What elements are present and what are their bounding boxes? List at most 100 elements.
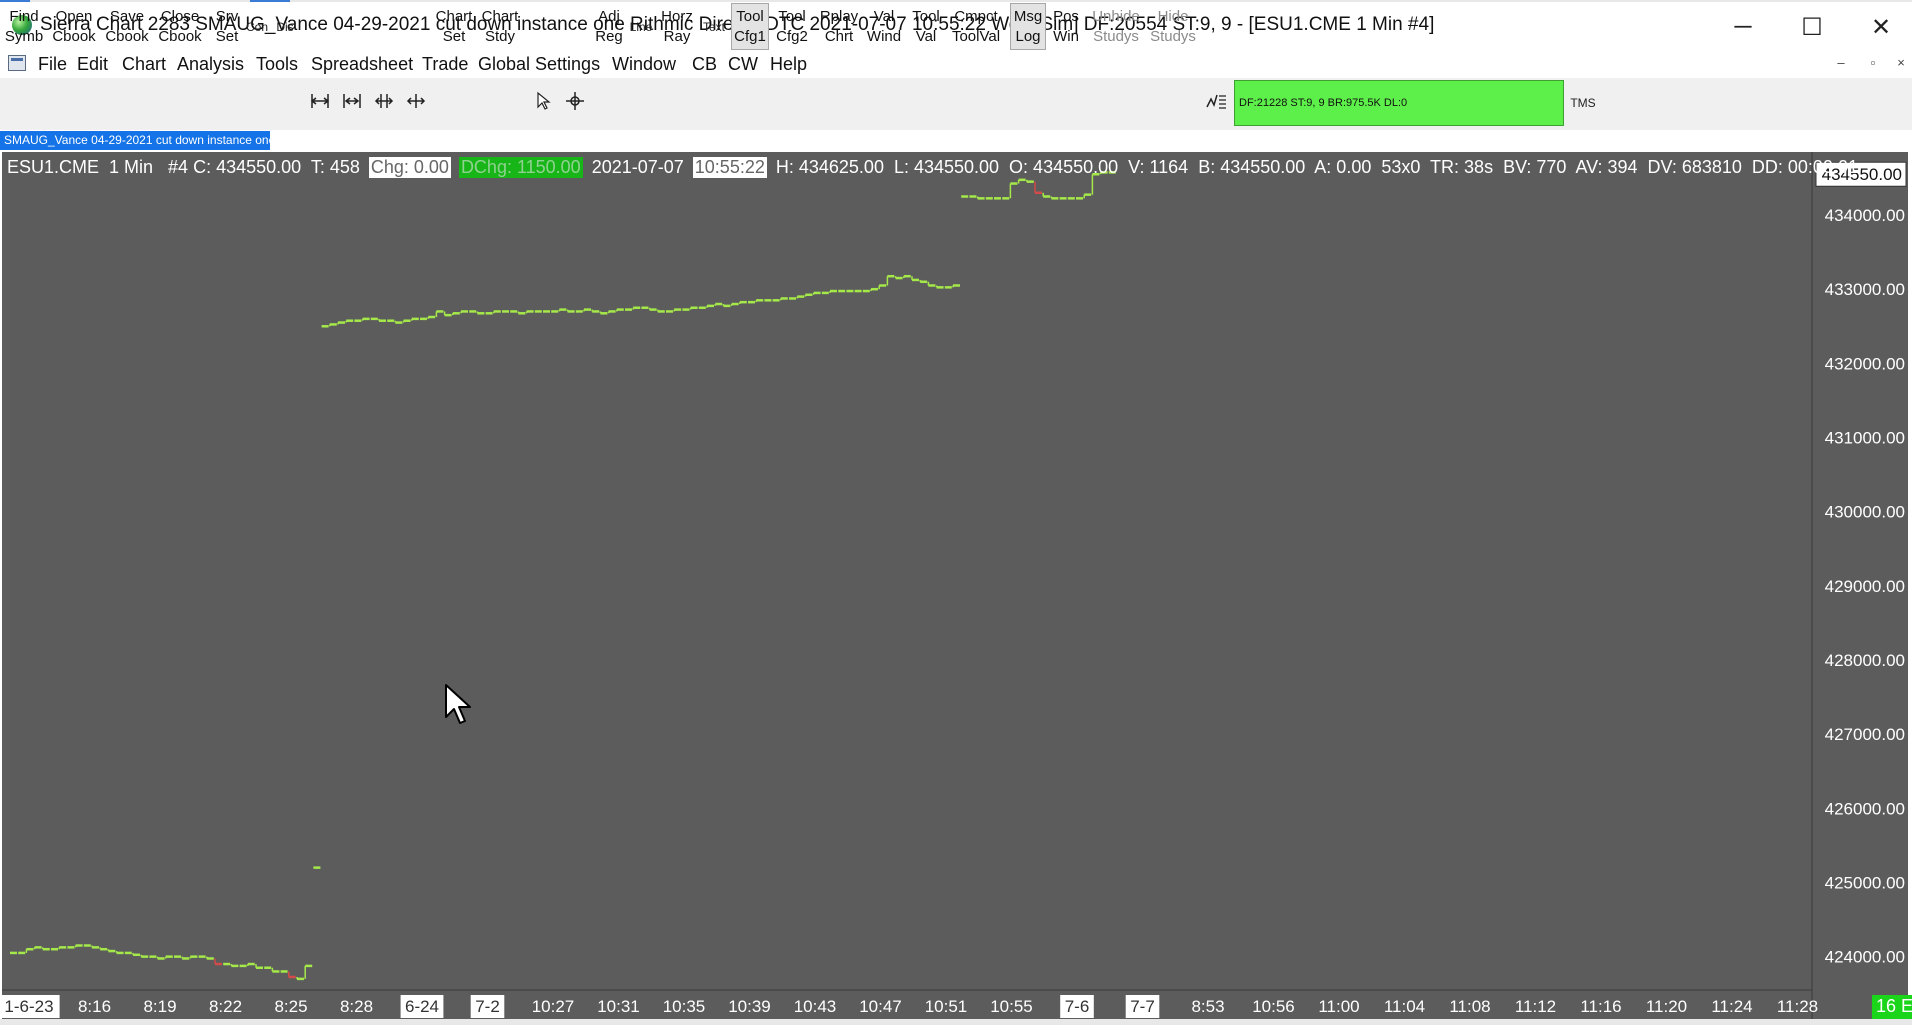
- menu-analysis[interactable]: Analysis: [177, 54, 244, 75]
- chartbook-tab[interactable]: SMAUG_Vance 04-29-2021 cut down instance…: [0, 131, 275, 150]
- button-label-line2: Cfg2: [776, 27, 808, 45]
- open-chartbook-button[interactable]: Open Cbook: [49, 3, 99, 50]
- button-label-line1: Tool: [778, 7, 806, 25]
- button-label-line1: Adj: [598, 7, 620, 25]
- button-label-line2: Ray: [663, 27, 691, 45]
- save-chartbook-button[interactable]: Save Cbook: [102, 3, 152, 50]
- find-symbol-button[interactable]: Find Symb: [4, 3, 44, 50]
- message-log-button[interactable]: Msg Log: [1010, 3, 1046, 50]
- x-tick-label: 10:27: [532, 997, 575, 1016]
- price-bars: [10, 171, 1116, 981]
- button-label-line2: Win: [1053, 27, 1079, 45]
- x-tick-label: 11:12: [1515, 997, 1556, 1016]
- button-label-line1: Rplay: [819, 7, 859, 25]
- axis-corner-badge: 16 E: [1872, 995, 1912, 1019]
- button-label: Con: [245, 19, 268, 34]
- x-tick-label: 7-2: [475, 997, 500, 1016]
- mdi-minimize-button[interactable]: –: [1832, 55, 1850, 73]
- x-tick-label: 8:53: [1191, 997, 1224, 1016]
- tool-config1-button[interactable]: Tool Cfg1: [731, 3, 769, 50]
- header-date: 2021-07-07: [586, 157, 689, 177]
- compress-bars-icon[interactable]: [341, 90, 363, 112]
- scroll-left-icon[interactable]: [373, 90, 395, 112]
- button-label-line1: Chart: [435, 7, 473, 25]
- x-tick-label: 10:47: [859, 997, 902, 1016]
- chart-settings-button[interactable]: Chart Set: [433, 3, 475, 50]
- tool-values-button[interactable]: Tool Val: [908, 3, 944, 50]
- connection-status-box[interactable]: DF:21228 ST:9, 9 BR:975.5K DL:0: [1234, 80, 1564, 126]
- menu-global-settings[interactable]: Global Settings: [478, 54, 600, 75]
- button-label-line1: Cmpct: [954, 7, 998, 25]
- maximize-button[interactable]: ☐: [1784, 8, 1840, 46]
- window-bottom-edge: [0, 1019, 1912, 1025]
- hide-studies-button[interactable]: Hide Studys: [1148, 3, 1198, 50]
- replay-chart-button[interactable]: Rplay Chrt: [816, 3, 862, 50]
- value-window-button[interactable]: Val Wind: [864, 3, 904, 50]
- chart-document-icon[interactable]: [8, 55, 26, 71]
- button-label-line1: Srv: [215, 7, 239, 25]
- mdi-close-button[interactable]: ×: [1892, 55, 1910, 73]
- toolbar: [0, 78, 1912, 130]
- y-tick-label: 424000.00: [1825, 948, 1905, 967]
- menu-cw[interactable]: CW: [728, 54, 758, 75]
- button-label-line1: Tool: [912, 7, 940, 25]
- x-tick-label: 7-7: [1130, 997, 1155, 1016]
- menu-cb[interactable]: CB: [692, 54, 717, 75]
- button-label-line2: Val: [915, 27, 937, 45]
- menu-bar: File Edit Chart Analysis Tools Spreadshe…: [0, 52, 1912, 76]
- y-tick-label: 433000.00: [1825, 280, 1905, 299]
- pointer-tool-icon[interactable]: [532, 90, 554, 112]
- menu-trade[interactable]: Trade: [422, 54, 468, 75]
- server-settings-button[interactable]: Srv Set: [210, 3, 244, 50]
- button-label-line1: Save: [109, 7, 145, 25]
- menu-window[interactable]: Window: [612, 54, 676, 75]
- price-chart[interactable]: 434000.00 433000.00 432000.00 431000.00 4300…: [2, 152, 1908, 1025]
- crosshair-tool-icon[interactable]: [564, 90, 586, 112]
- menu-tools[interactable]: Tools: [256, 54, 298, 75]
- compact-tool-values-button[interactable]: Cmpct ToolVal: [948, 3, 1004, 50]
- tms-button[interactable]: TMS: [1566, 80, 1600, 126]
- button-label-line1: Chart: [481, 7, 519, 25]
- scroll-right-icon[interactable]: [405, 90, 427, 112]
- button-label-line1: Msg: [1013, 7, 1043, 25]
- unhide-studies-button[interactable]: Unhide Studys: [1088, 3, 1144, 50]
- close-chartbook-button[interactable]: Close Cbook: [155, 3, 205, 50]
- y-tick-label: 434000.00: [1825, 206, 1905, 225]
- x-tick-label: 10:51: [925, 997, 968, 1016]
- chart-studies-button[interactable]: Chart Stdy: [479, 3, 521, 50]
- disconnect-button[interactable]: Dis: [272, 3, 298, 50]
- y-tick-label: 427000.00: [1825, 725, 1905, 744]
- mdi-restore-button[interactable]: ▫: [1864, 55, 1882, 73]
- menu-edit[interactable]: Edit: [77, 54, 108, 75]
- x-tick-label: 11:16: [1580, 997, 1621, 1016]
- horizontal-ray-button[interactable]: Horz Ray: [656, 3, 698, 50]
- button-label-line2: Chrt: [824, 27, 854, 45]
- button-label-line2: Log: [1015, 27, 1041, 45]
- text-tool-button[interactable]: Text: [700, 3, 728, 50]
- adjust-regression-button[interactable]: Adj Reg: [592, 3, 626, 50]
- x-tick-label: 8:22: [209, 997, 242, 1016]
- line-tool-button[interactable]: Line: [626, 3, 656, 50]
- close-button[interactable]: ✕: [1853, 8, 1909, 46]
- menu-file[interactable]: File: [38, 54, 67, 75]
- x-tick-label: 10:35: [663, 997, 706, 1016]
- study-list-icon[interactable]: [1205, 90, 1227, 112]
- button-label-line1: Val: [873, 7, 895, 25]
- x-tick-label: 10:39: [728, 997, 771, 1016]
- minimize-button[interactable]: ─: [1715, 8, 1771, 46]
- x-axis: 1-6-23 8:16 8:19 8:22 8:25 8:28 6-24 7-2 10:27 10…: [2, 995, 1818, 1018]
- chart-region[interactable]: 434000.00 433000.00 432000.00 431000.00 4300…: [2, 152, 1908, 1025]
- chart-header-info: ESU1.CME 1 Min #4 C: 434550.00 T: 458 Ch…: [7, 157, 1858, 178]
- scale-width-icon[interactable]: [309, 90, 331, 112]
- x-tick-label: 10:55: [990, 997, 1033, 1016]
- menu-help[interactable]: Help: [770, 54, 807, 75]
- position-window-button[interactable]: Pos Win: [1050, 3, 1082, 50]
- menu-chart[interactable]: Chart: [122, 54, 166, 75]
- button-label-line1: Find: [9, 7, 39, 25]
- connect-button[interactable]: Con: [244, 3, 270, 50]
- button-label-line1: Unhide: [1092, 7, 1140, 25]
- button-label-line1: Pos: [1053, 7, 1079, 25]
- menu-spreadsheet[interactable]: Spreadsheet: [311, 54, 413, 75]
- y-tick-label: 429000.00: [1825, 577, 1905, 596]
- tool-config2-button[interactable]: Tool Cfg2: [772, 3, 812, 50]
